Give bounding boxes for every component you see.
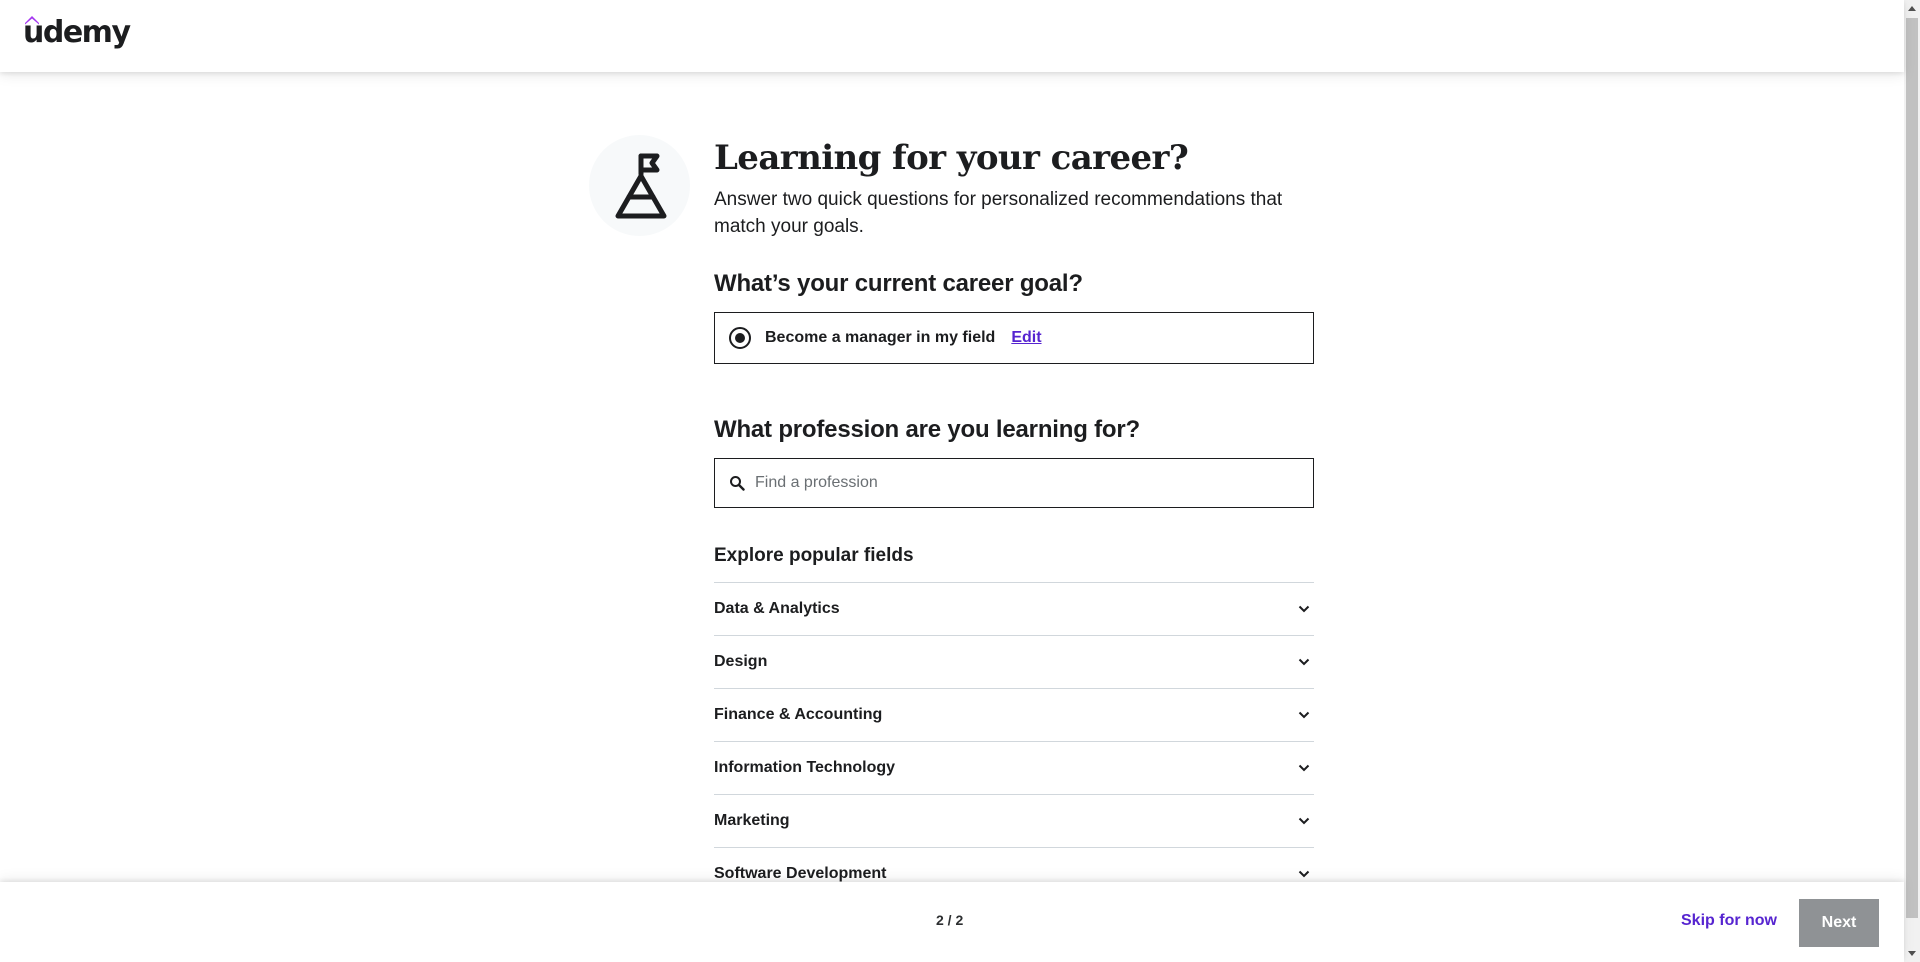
goal-radio-button[interactable] — [729, 327, 751, 349]
mountain-flag-icon — [615, 153, 666, 218]
field-label: Data & Analytics — [714, 600, 840, 617]
udemy-logo[interactable]: udemy — [23, 14, 131, 52]
chevron-down-icon — [1298, 817, 1310, 825]
main-content: Learning for your career? Answer two qui… — [0, 72, 1904, 882]
radio-selected-dot — [735, 333, 745, 343]
field-row-software-development[interactable]: Software Development — [714, 848, 1314, 882]
chevron-down-icon — [1298, 711, 1310, 719]
scrollbar-thumb[interactable] — [1906, 18, 1918, 918]
step-indicator: 2 / 2 — [936, 912, 964, 928]
field-row-finance-accounting[interactable]: Finance & Accounting — [714, 689, 1314, 742]
profession-search-input[interactable] — [755, 474, 1295, 492]
field-row-data-analytics[interactable]: Data & Analytics — [714, 583, 1314, 636]
hero-icon-circle — [589, 135, 690, 236]
profession-question-title: What profession are you learning for? — [714, 416, 1140, 443]
bottom-action-bar: 2 / 2 Skip for now Next — [0, 882, 1904, 962]
field-row-marketing[interactable]: Marketing — [714, 795, 1314, 848]
next-button[interactable]: Next — [1799, 899, 1879, 947]
edit-goal-link[interactable]: Edit — [1011, 329, 1041, 347]
explore-fields-title: Explore popular fields — [714, 545, 914, 566]
chevron-down-icon — [1298, 658, 1310, 666]
search-icon — [730, 476, 745, 491]
field-label: Information Technology — [714, 759, 896, 776]
chevron-down-icon — [1298, 764, 1310, 772]
page-title: Learning for your career? — [714, 138, 1189, 178]
onboarding-form: Learning for your career? Answer two qui… — [714, 132, 1314, 882]
field-label: Marketing — [714, 812, 790, 829]
field-row-design[interactable]: Design — [714, 636, 1314, 689]
popular-fields-list: Data & Analytics Design Finance & Accoun… — [714, 582, 1314, 882]
goal-question-title: What’s your current career goal? — [714, 270, 1083, 297]
skip-for-now-link[interactable]: Skip for now — [1681, 912, 1777, 930]
field-row-information-technology[interactable]: Information Technology — [714, 742, 1314, 795]
chevron-down-icon — [1298, 605, 1310, 613]
field-label: Design — [714, 653, 768, 670]
scroll-down-arrow-icon[interactable] — [1904, 946, 1920, 962]
scroll-up-arrow-icon[interactable] — [1904, 0, 1920, 16]
chevron-down-icon — [1298, 870, 1310, 878]
top-header: udemy — [0, 0, 1904, 72]
field-label: Software Development — [714, 865, 887, 882]
goal-option-label: Become a manager in my field — [765, 329, 996, 346]
selected-goal-option[interactable]: Become a manager in my field Edit — [714, 312, 1314, 364]
logo-hat-icon — [25, 16, 39, 25]
vertical-scrollbar[interactable] — [1904, 0, 1920, 962]
field-label: Finance & Accounting — [714, 706, 883, 723]
page-subtitle: Answer two quick questions for personali… — [714, 189, 1283, 237]
profession-search-box[interactable] — [714, 458, 1314, 508]
